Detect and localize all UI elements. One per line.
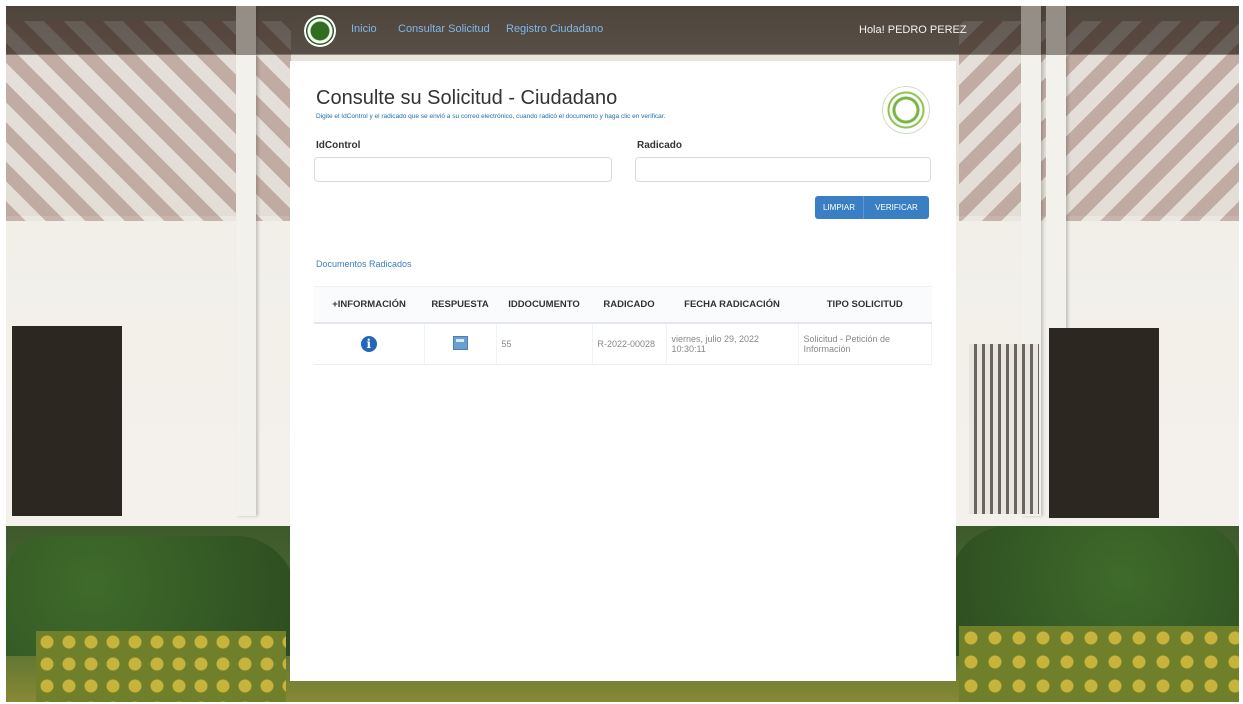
column-header-iddocumento[interactable]: IDDOCUMENTO [496, 286, 592, 324]
nav-link-registro-ciudadano[interactable]: Registro Ciudadano [506, 23, 603, 35]
brand-logo[interactable] [304, 15, 336, 47]
background-door-right [1049, 328, 1159, 518]
radicado-label: Radicado [637, 140, 683, 151]
page-title: Consulte su Solicitud - Ciudadano [316, 87, 618, 109]
background-column [236, 6, 256, 516]
cell-tipo-solicitud: Solicitud - Petición de Información [798, 323, 932, 365]
cell-iddocumento: 55 [496, 323, 593, 365]
background-door-left [12, 326, 122, 516]
form-button-group: LIMPIAR VERIFICAR [815, 196, 929, 219]
document-icon[interactable] [452, 336, 468, 350]
cell-respuesta [424, 323, 497, 365]
radicado-input[interactable] [635, 157, 931, 182]
documents-table: +INFORMACIÓN RESPUESTA IDDOCUMENTO RADIC… [314, 286, 932, 365]
background-flowers-right [959, 626, 1239, 702]
column-header-informacion[interactable]: +INFORMACIÓN [314, 286, 424, 324]
cell-informacion: i [314, 323, 425, 365]
cell-fecha-radicacion: viernes, julio 29, 2022 10:30:11 [666, 323, 799, 365]
column-header-fecha-radicacion[interactable]: FECHA RADICACIÓN [666, 286, 798, 324]
info-icon[interactable]: i [360, 336, 377, 352]
idcontrol-label: IdControl [316, 140, 361, 151]
limpiar-button[interactable]: LIMPIAR [815, 196, 863, 219]
column-header-radicado[interactable]: RADICADO [592, 286, 666, 324]
background-window-grill [969, 344, 1039, 514]
page-subtitle: Digite el IdControl y el radicado que se… [316, 113, 666, 120]
top-navbar: Inicio Consultar Solicitud Registro Ciud… [6, 6, 1239, 55]
nav-link-consultar-solicitud[interactable]: Consultar Solicitud [398, 23, 490, 35]
user-greeting[interactable]: Hola! PEDRO PEREZ [859, 24, 967, 36]
table-row: i 55 R-2022-00028 viernes, julio 29, 202… [314, 323, 932, 365]
column-header-respuesta[interactable]: RESPUESTA [424, 286, 496, 324]
institution-seal-icon [882, 86, 930, 134]
background-flowers-left [36, 631, 286, 702]
content-panel: Consulte su Solicitud - Ciudadano Digite… [290, 61, 956, 681]
cell-radicado: R-2022-00028 [592, 323, 667, 365]
column-header-tipo-solicitud[interactable]: TIPO SOLICITUD [798, 286, 932, 324]
documents-section-title: Documentos Radicados [316, 259, 412, 269]
idcontrol-input[interactable] [314, 157, 612, 182]
verificar-button[interactable]: VERIFICAR [863, 196, 929, 219]
table-header-row: +INFORMACIÓN RESPUESTA IDDOCUMENTO RADIC… [314, 286, 932, 324]
nav-link-inicio[interactable]: Inicio [351, 23, 377, 35]
